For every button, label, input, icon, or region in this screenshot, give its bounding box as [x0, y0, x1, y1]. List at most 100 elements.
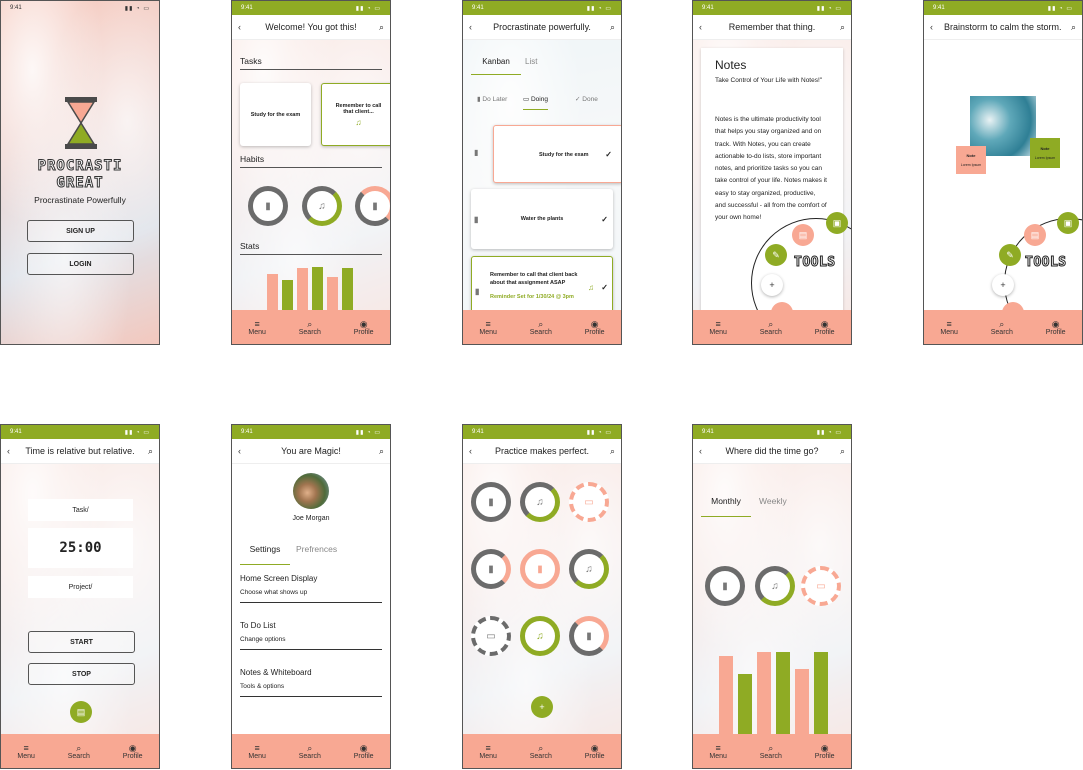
tab-menu[interactable]: ≡ Menu: [248, 319, 266, 336]
tab-search[interactable]: ⌕ Search: [530, 743, 552, 760]
back-icon[interactable]: ‹: [238, 446, 248, 456]
tab-settings[interactable]: Settings: [240, 544, 290, 565]
tab-profile[interactable]: ◉ Profile: [815, 743, 835, 760]
tab-kanban[interactable]: Kanban: [471, 57, 521, 75]
habit-ring[interactable]: ▭: [471, 616, 511, 656]
back-icon[interactable]: ‹: [238, 22, 248, 32]
tab-monthly[interactable]: Monthly: [701, 496, 751, 517]
whiteboard-canvas[interactable]: Note Lorem Ipsum Note Lorem Ipsum ▣ ▤ ✎ + …: [924, 40, 1082, 310]
search-icon[interactable]: ⌕: [605, 22, 615, 33]
search-icon[interactable]: ⌕: [374, 446, 384, 457]
stop-button[interactable]: STOP: [28, 663, 135, 685]
tab-menu[interactable]: ≡ Menu: [709, 319, 727, 336]
tab-search[interactable]: ⌕ Search: [299, 743, 321, 760]
tab-profile[interactable]: ◉ Profile: [354, 319, 374, 336]
task-card[interactable]: Study for the exam: [240, 83, 311, 146]
habit-ring[interactable]: ▭: [801, 566, 841, 606]
tab-menu[interactable]: ≡ Menu: [248, 743, 266, 760]
search-icon[interactable]: ⌕: [835, 22, 845, 33]
tab-profile[interactable]: ◉ Profile: [815, 319, 835, 336]
habit-ring[interactable]: ♫: [520, 482, 560, 522]
tab-search[interactable]: ⌕ Search: [530, 319, 552, 336]
tools-label: TOOLS: [794, 255, 836, 271]
tab-profile[interactable]: ◉ Profile: [123, 743, 143, 760]
settings-row[interactable]: Home Screen Display Choose what shows up: [240, 574, 382, 603]
start-button[interactable]: START: [28, 631, 135, 653]
back-icon[interactable]: ‹: [699, 446, 709, 456]
search-icon[interactable]: ⌕: [374, 22, 384, 33]
tab-profile[interactable]: ◉ Profile: [585, 743, 605, 760]
search-icon[interactable]: ⌕: [605, 446, 615, 457]
search-icon: ⌕: [999, 318, 1005, 329]
habit-ring[interactable]: ▮: [471, 549, 511, 589]
task-card[interactable]: Remember to call that client... ♫: [321, 83, 390, 146]
habit-ring[interactable]: ▮: [471, 482, 511, 522]
filter-done[interactable]: ✓ Done: [575, 95, 598, 103]
back-icon[interactable]: ‹: [469, 446, 479, 456]
habit-ring[interactable]: ▮: [705, 566, 745, 606]
back-icon[interactable]: ‹: [699, 22, 709, 32]
tab-search[interactable]: ⌕ Search: [760, 319, 782, 336]
calendar-tool-button[interactable]: ▤: [1024, 224, 1046, 246]
habit-ring[interactable]: ♫: [520, 616, 560, 656]
filter-doing[interactable]: ▭ Doing: [523, 95, 548, 110]
tab-search[interactable]: ⌕ Search: [991, 319, 1013, 336]
tab-profile[interactable]: ◉ Profile: [354, 743, 374, 760]
settings-row[interactable]: Notes & Whiteboard Tools & options: [240, 668, 382, 697]
sticky-note[interactable]: Note Lorem Ipsum: [956, 146, 986, 174]
add-tool-button[interactable]: +: [992, 274, 1014, 296]
whiteboard-tool-button[interactable]: ▣: [826, 212, 848, 234]
calendar-tool-button[interactable]: ▤: [792, 224, 814, 246]
habit-ring[interactable]: ▮: [248, 186, 288, 226]
habit-ring[interactable]: ▮: [355, 186, 390, 226]
search-icon[interactable]: ⌕: [1066, 22, 1076, 33]
tab-menu[interactable]: ≡ Menu: [17, 743, 35, 760]
pencil-icon: ✎: [772, 249, 780, 260]
tab-search[interactable]: ⌕ Search: [68, 743, 90, 760]
tab-profile[interactable]: ◉ Profile: [585, 319, 605, 336]
back-icon[interactable]: ‹: [930, 22, 940, 32]
add-habit-button[interactable]: +: [531, 696, 553, 718]
project-field[interactable]: Project/: [28, 576, 133, 598]
filter-do-later[interactable]: ▮ Do Later: [477, 95, 507, 103]
tab-menu[interactable]: ≡ Menu: [940, 319, 958, 336]
calendar-button[interactable]: ▤: [70, 701, 92, 723]
kanban-card[interactable]: Study for the exam ✓: [493, 125, 621, 183]
tab-menu[interactable]: ≡ Menu: [709, 743, 727, 760]
tab-list[interactable]: List: [525, 57, 537, 66]
tab-search-label: Search: [67, 752, 90, 760]
tab-menu[interactable]: ≡ Menu: [479, 743, 497, 760]
habit-ring[interactable]: ♫: [569, 549, 609, 589]
back-icon[interactable]: ‹: [7, 446, 17, 456]
avatar[interactable]: [293, 473, 329, 509]
stats-heading: Stats: [240, 241, 382, 255]
kanban-card[interactable]: ▮ Remember to call that client back abou…: [471, 256, 613, 310]
habit-ring[interactable]: ♫: [755, 566, 795, 606]
tab-menu[interactable]: ≡ Menu: [479, 319, 497, 336]
sticky-note[interactable]: Note Lorem Ipsum: [1030, 138, 1060, 168]
task-field[interactable]: Task/: [28, 499, 133, 521]
habit-ring[interactable]: ▮: [569, 616, 609, 656]
status-time: 9:41: [10, 429, 22, 435]
search-icon[interactable]: ⌕: [143, 446, 153, 457]
sticky-note-title: Note: [966, 153, 976, 158]
add-tool-button[interactable]: +: [761, 274, 783, 296]
habit-ring[interactable]: ♫: [302, 186, 342, 226]
pencil-tool-button[interactable]: ✎: [765, 244, 787, 266]
habit-ring[interactable]: ▮: [520, 549, 560, 589]
signup-button[interactable]: SIGN UP: [27, 220, 134, 242]
tab-search[interactable]: ⌕ Search: [299, 319, 321, 336]
login-button[interactable]: LOGIN: [27, 253, 134, 275]
pencil-tool-button[interactable]: ✎: [999, 244, 1021, 266]
search-icon[interactable]: ⌕: [835, 446, 845, 457]
tab-search[interactable]: ⌕ Search: [760, 743, 782, 760]
settings-row[interactable]: To Do List Change options: [240, 621, 382, 650]
tab-profile[interactable]: ◉ Profile: [1046, 319, 1066, 336]
back-icon[interactable]: ‹: [469, 22, 479, 32]
kanban-card[interactable]: ▮ Water the plants ✓: [471, 189, 613, 249]
whiteboard-tool-button[interactable]: ▣: [1057, 212, 1079, 234]
settings-row-sub: Change options: [240, 636, 286, 643]
tab-preferences[interactable]: Prefrences: [296, 544, 337, 554]
habit-ring[interactable]: ▭: [569, 482, 609, 522]
tab-weekly[interactable]: Weekly: [759, 496, 787, 506]
